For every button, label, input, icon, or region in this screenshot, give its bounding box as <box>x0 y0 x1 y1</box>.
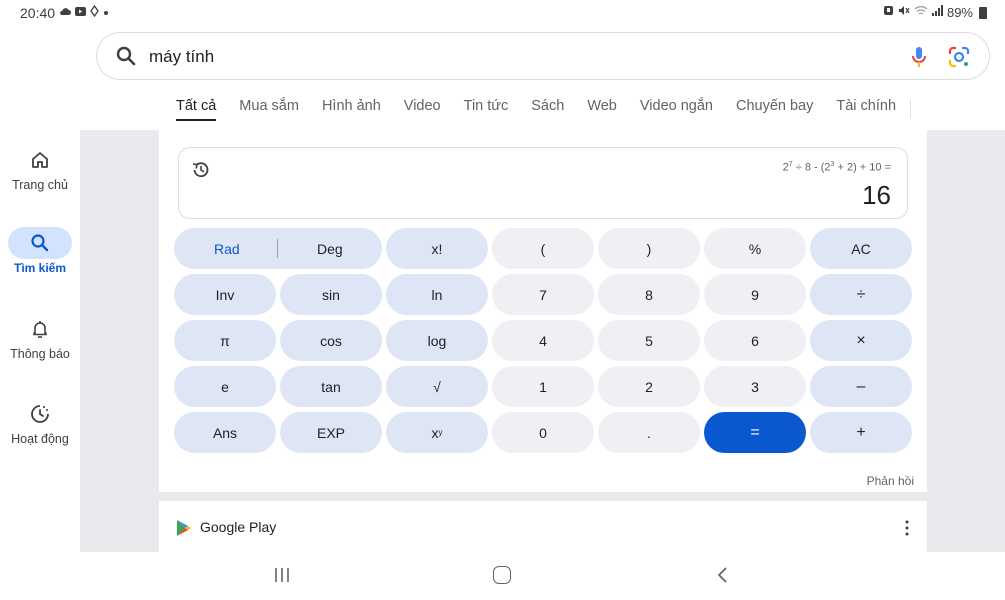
tab-finance[interactable]: Tài chính <box>836 88 896 130</box>
digit-9-button[interactable]: 9 <box>704 274 806 315</box>
recent-apps-icon[interactable] <box>274 567 290 583</box>
dot-icon <box>103 6 109 20</box>
decimal-button[interactable]: . <box>598 412 700 453</box>
digit-7-button[interactable]: 7 <box>492 274 594 315</box>
youtube-icon <box>75 6 87 20</box>
digit-0-button[interactable]: 0 <box>492 412 594 453</box>
multiply-button[interactable]: × <box>810 320 912 361</box>
feedback-link[interactable]: Phản hồi <box>867 474 914 488</box>
tab-shopping[interactable]: Mua sắm <box>239 88 299 130</box>
mute-icon <box>898 5 910 20</box>
google-play-result[interactable]: Google Play <box>159 501 927 552</box>
digit-1-button[interactable]: 1 <box>492 366 594 407</box>
calculator-result: 16 <box>862 180 891 210</box>
calculator-display: 27 ÷ 8 - (23 + 2) + 10 = 16 <box>178 147 908 219</box>
status-bar: 20:40 89% <box>0 0 1005 26</box>
rad-deg-toggle[interactable]: Rad Deg <box>174 228 382 269</box>
rad-deg-separator <box>277 239 278 258</box>
tab-flights[interactable]: Chuyến bay <box>736 88 813 130</box>
inv-button[interactable]: Inv <box>174 274 276 315</box>
tan-button[interactable]: tan <box>280 366 382 407</box>
rail-label-notifications: Thông báo <box>10 347 70 361</box>
exp-button[interactable]: EXP <box>280 412 382 453</box>
rail-item-search[interactable]: Tìm kiếm <box>0 227 80 275</box>
wifi-icon <box>914 5 928 20</box>
rail-item-notifications[interactable]: Thông báo <box>0 313 80 361</box>
google-play-icon <box>177 520 191 536</box>
home-icon <box>32 152 48 168</box>
more-vert-icon[interactable] <box>905 520 909 536</box>
rail-label-search: Tìm kiếm <box>13 261 67 275</box>
back-icon[interactable] <box>716 566 728 584</box>
location-icon <box>90 4 99 21</box>
factorial-button[interactable]: x! <box>386 228 488 269</box>
tab-all[interactable]: Tất cả <box>176 88 217 130</box>
home-button-icon[interactable] <box>493 566 511 584</box>
rail-item-activity[interactable]: Hoạt động <box>0 398 80 446</box>
sqrt-button[interactable]: √ <box>386 366 488 407</box>
activity-icon <box>31 405 49 423</box>
search-icon[interactable] <box>115 45 137 67</box>
log-button[interactable]: log <box>386 320 488 361</box>
mic-icon[interactable] <box>909 45 929 69</box>
search-input[interactable]: máy tính <box>149 47 214 67</box>
digit-5-button[interactable]: 5 <box>598 320 700 361</box>
rail-label-home: Trang chủ <box>12 178 68 192</box>
lens-icon[interactable] <box>947 45 971 69</box>
ans-button[interactable]: Ans <box>174 412 276 453</box>
euler-button[interactable]: e <box>174 366 276 407</box>
cloud-icon <box>59 6 72 20</box>
open-paren-button[interactable]: ( <box>492 228 594 269</box>
cos-button[interactable]: cos <box>280 320 382 361</box>
signal-icon <box>931 5 943 20</box>
rail-item-home[interactable]: Trang chủ <box>0 144 80 192</box>
minus-button[interactable]: – <box>810 366 912 407</box>
digit-2-button[interactable]: 2 <box>598 366 700 407</box>
deg-button[interactable]: Deg <box>317 241 343 257</box>
digit-3-button[interactable]: 3 <box>704 366 806 407</box>
rail-label-activity: Hoạt động <box>11 432 69 446</box>
tab-images[interactable]: Hình ảnh <box>322 88 381 130</box>
calculator-card: 27 ÷ 8 - (23 + 2) + 10 = 16 Rad Deg x! (… <box>159 130 927 492</box>
status-time: 20:40 <box>20 5 56 21</box>
tab-web[interactable]: Web <box>587 88 617 130</box>
search-tabs: Tất cả Mua sắm Hình ảnh Video Tin tức Sá… <box>80 88 1005 130</box>
calculator-expression: 27 ÷ 8 - (23 + 2) + 10 = <box>782 161 891 174</box>
power-exponent: y <box>438 428 443 437</box>
tab-news[interactable]: Tin tức <box>464 88 509 130</box>
rad-button[interactable]: Rad <box>214 241 240 257</box>
close-paren-button[interactable]: ) <box>598 228 700 269</box>
tab-books[interactable]: Sách <box>531 88 564 130</box>
plus-button[interactable]: + <box>810 412 912 453</box>
power-button[interactable]: xy <box>386 412 488 453</box>
percent-button[interactable]: % <box>704 228 806 269</box>
search-bar[interactable]: máy tính <box>96 32 990 80</box>
bell-icon <box>33 321 47 338</box>
tabs-divider <box>910 100 911 118</box>
tab-short-videos[interactable]: Video ngắn <box>640 88 713 130</box>
sin-button[interactable]: sin <box>280 274 382 315</box>
all-clear-button[interactable]: AC <box>810 228 912 269</box>
system-nav-bar <box>0 552 1005 600</box>
battery-icon <box>979 6 987 19</box>
pi-button[interactable]: π <box>174 320 276 361</box>
power-base: x <box>431 424 439 441</box>
alarm-icon <box>883 5 894 20</box>
tab-video[interactable]: Video <box>404 88 441 130</box>
google-play-title[interactable]: Google Play <box>200 519 276 535</box>
equals-button[interactable]: = <box>704 412 806 453</box>
ln-button[interactable]: ln <box>386 274 488 315</box>
divide-button[interactable]: ÷ <box>810 274 912 315</box>
battery-percent: 89% <box>946 5 973 20</box>
digit-6-button[interactable]: 6 <box>704 320 806 361</box>
history-icon[interactable] <box>191 160 211 180</box>
page: 20:40 89% máy tính Tất cả Mua sắm Hình ả… <box>0 0 1005 600</box>
search-icon <box>31 234 49 252</box>
digit-8-button[interactable]: 8 <box>598 274 700 315</box>
digit-4-button[interactable]: 4 <box>492 320 594 361</box>
navigation-rail: Trang chủ Tìm kiếm Thông báo Hoạt động <box>0 130 80 552</box>
